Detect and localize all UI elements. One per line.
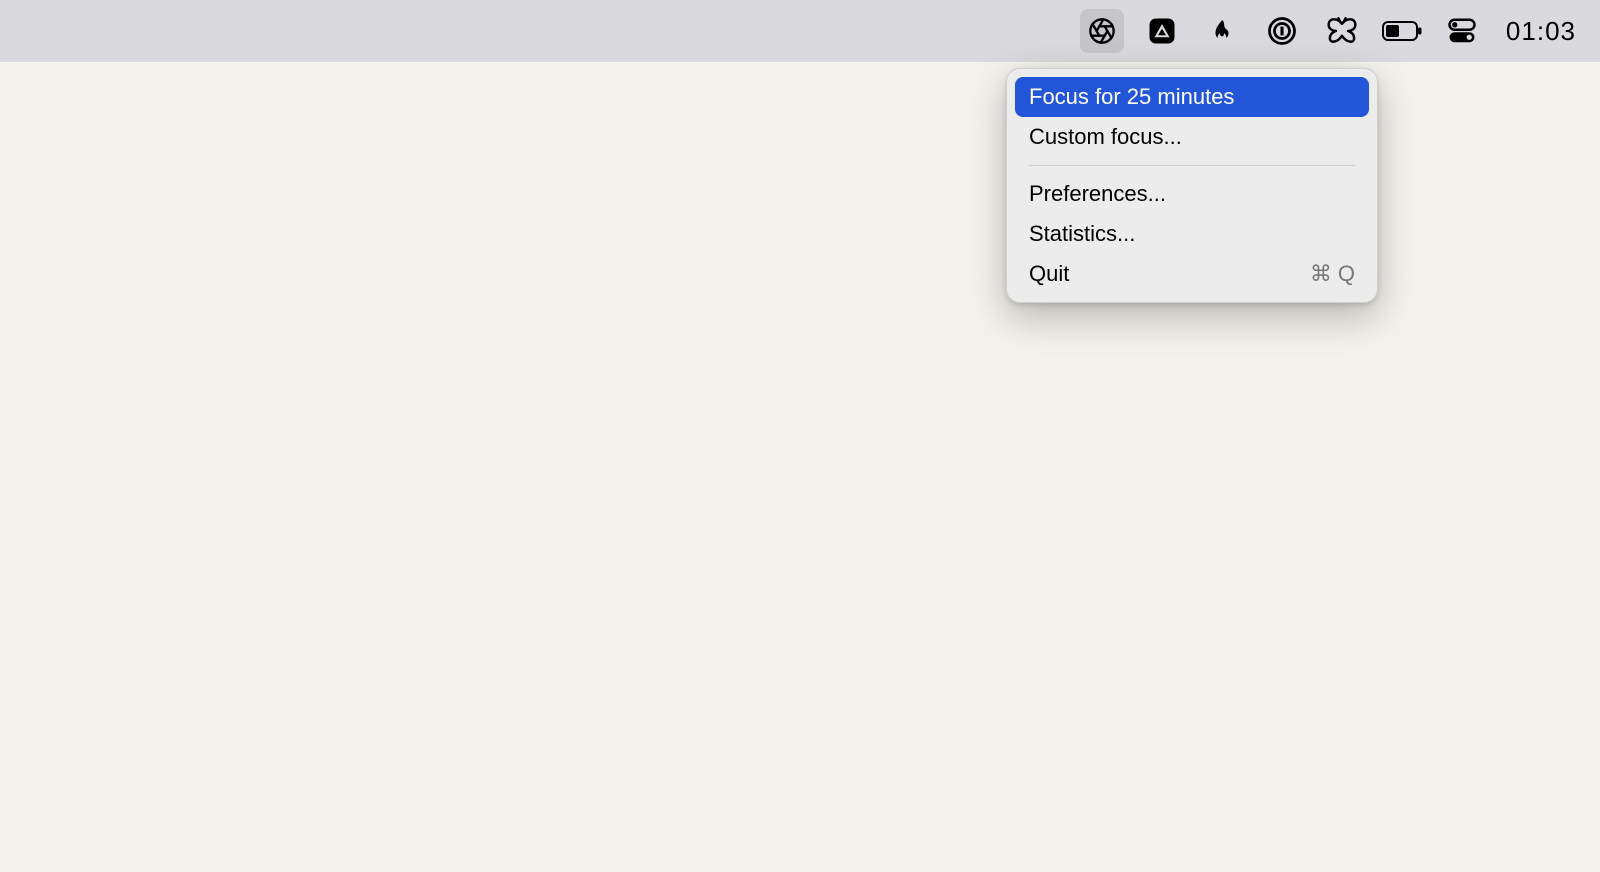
onepassword-icon[interactable] [1260, 9, 1304, 53]
aperture-icon[interactable] [1080, 9, 1124, 53]
command-key-icon: ⌘ [1310, 261, 1332, 287]
shortcut-key: Q [1338, 261, 1355, 287]
menu-shortcut: ⌘ Q [1310, 261, 1355, 287]
app-dropdown-menu: Focus for 25 minutes Custom focus... Pre… [1006, 68, 1378, 303]
triangle-icon[interactable] [1140, 9, 1184, 53]
menu-item-preferences[interactable]: Preferences... [1015, 174, 1369, 214]
menu-separator [1029, 165, 1355, 166]
menu-item-label: Preferences... [1029, 181, 1166, 207]
menu-item-label: Quit [1029, 261, 1069, 287]
menu-item-focus-25[interactable]: Focus for 25 minutes [1015, 77, 1369, 117]
flame-icon[interactable] [1200, 9, 1244, 53]
menu-item-label: Statistics... [1029, 221, 1135, 247]
menubar-clock[interactable]: 01:03 [1506, 16, 1576, 47]
menu-item-quit[interactable]: Quit ⌘ Q [1015, 254, 1369, 294]
menu-item-custom-focus[interactable]: Custom focus... [1015, 117, 1369, 157]
control-center-icon[interactable] [1440, 9, 1484, 53]
menu-item-statistics[interactable]: Statistics... [1015, 214, 1369, 254]
menu-item-label: Custom focus... [1029, 124, 1182, 150]
battery-icon[interactable] [1380, 9, 1424, 53]
butterfly-icon[interactable] [1320, 9, 1364, 53]
menu-item-label: Focus for 25 minutes [1029, 84, 1234, 110]
menubar: 01:03 [0, 0, 1600, 62]
